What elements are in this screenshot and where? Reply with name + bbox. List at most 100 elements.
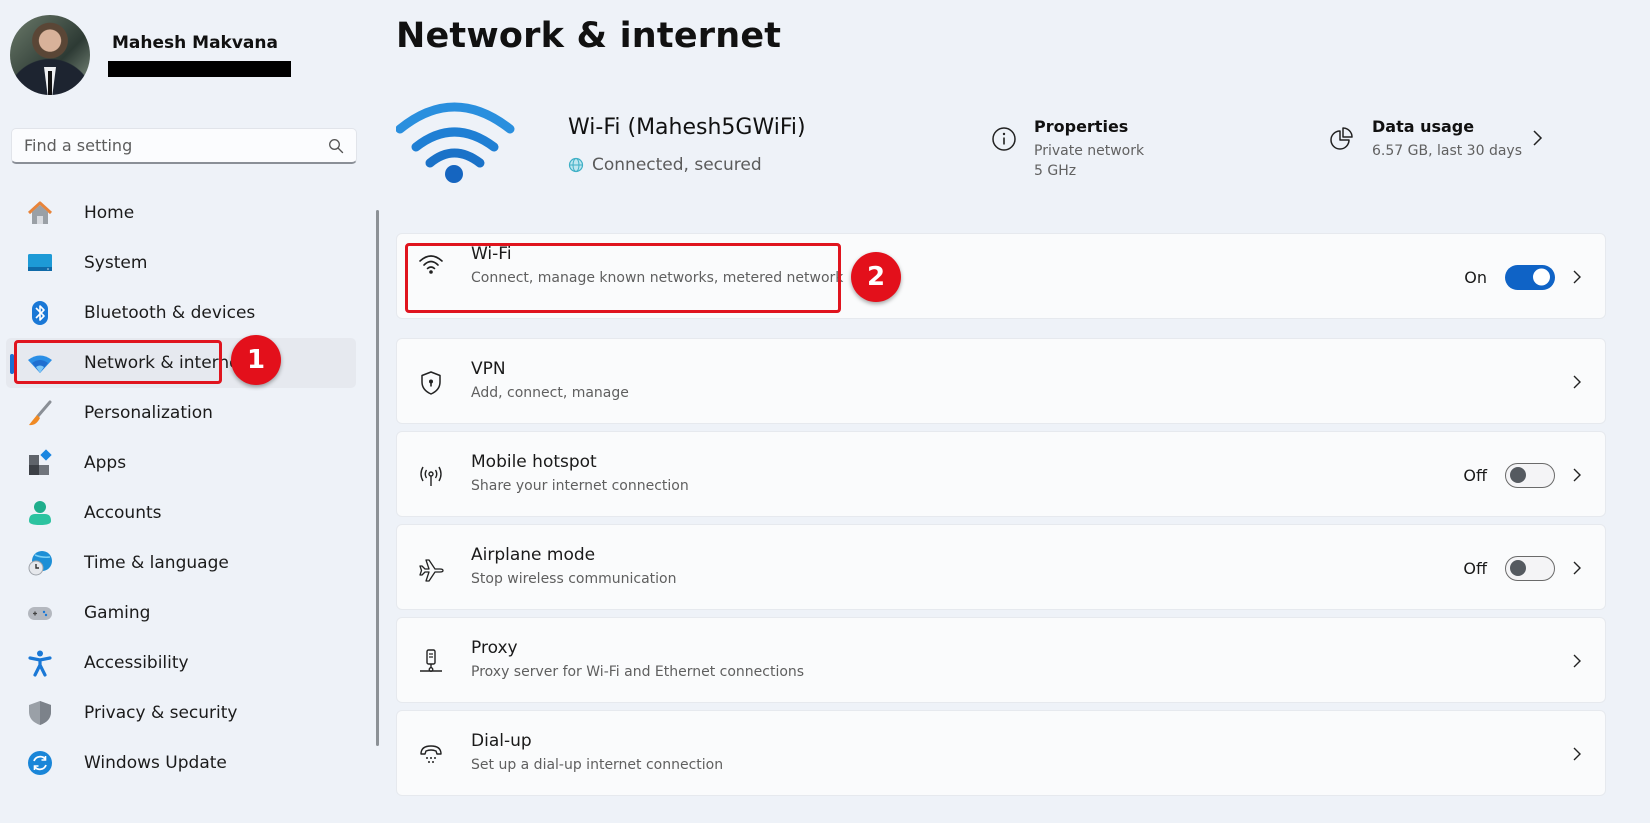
home-icon (27, 201, 53, 224)
sidebar-item-time-language[interactable]: Time & language (6, 538, 356, 588)
sidebar-item-system[interactable]: System (6, 238, 356, 288)
sidebar-nav: Home System Bluetooth & devices Network … (0, 188, 360, 788)
bluetooth-icon (32, 301, 48, 325)
card-controls (1571, 339, 1583, 425)
sidebar-item-label: System (84, 253, 148, 273)
sidebar-item-label: Accounts (84, 503, 162, 523)
sidebar-item-windows-update[interactable]: Windows Update (6, 738, 356, 788)
hotspot-toggle-label: Off (1463, 465, 1487, 485)
chevron-right-icon[interactable] (1571, 373, 1583, 391)
callout-badge-2: 2 (851, 252, 901, 302)
time-language-icon (28, 551, 52, 576)
connection-status-text: Connected, secured (592, 155, 762, 175)
connected-network-name: Wi-Fi (Mahesh5GWiFi) (568, 115, 806, 140)
globe-icon (568, 157, 584, 173)
properties-title: Properties (1034, 117, 1129, 136)
toggle-knob (1533, 268, 1550, 286)
main-content: Network & internet Wi-Fi (Mahesh5GWiFi) … (396, 0, 1650, 823)
sidebar-item-label: Network & internet (84, 353, 247, 373)
card-subtitle: Add, connect, manage (471, 385, 629, 401)
accounts-icon (29, 501, 51, 525)
card-title: VPN (471, 359, 506, 379)
search-icon[interactable] (328, 138, 344, 154)
wifi-large-icon (396, 102, 515, 183)
toggle-knob (1510, 560, 1526, 576)
chevron-right-icon[interactable] (1530, 128, 1544, 148)
hotspot-icon (420, 466, 442, 486)
dialup-setting-card[interactable]: Dial-up Set up a dial-up internet connec… (396, 710, 1606, 796)
avatar (10, 15, 90, 95)
search-box[interactable] (11, 128, 357, 164)
toggle-knob (1510, 467, 1526, 483)
card-subtitle: Connect, manage known networks, metered … (471, 270, 844, 286)
sidebar-item-home[interactable]: Home (6, 188, 356, 238)
mobile-hotspot-setting-card[interactable]: Mobile hotspot Share your internet conne… (396, 431, 1606, 517)
card-controls: Off (1463, 525, 1583, 611)
dialup-icon (420, 745, 442, 763)
wifi-toggle[interactable] (1505, 264, 1555, 290)
sidebar-item-personalization[interactable]: Personalization (6, 388, 356, 438)
card-title: Mobile hotspot (471, 452, 597, 472)
vpn-setting-card[interactable]: VPN Add, connect, manage (396, 338, 1606, 424)
properties-text: Properties Private network 5 GHz (1034, 117, 1144, 181)
wifi-icon (419, 255, 443, 274)
card-controls: Off (1463, 432, 1583, 518)
sidebar-item-gaming[interactable]: Gaming (6, 588, 356, 638)
chevron-right-icon[interactable] (1571, 559, 1583, 577)
shield-icon (29, 701, 51, 725)
chevron-right-icon[interactable] (1571, 652, 1583, 670)
data-usage-amount: 6.57 GB, last 30 days (1372, 143, 1522, 159)
accessibility-icon (28, 650, 52, 677)
sidebar-item-network[interactable]: Network & internet (6, 338, 356, 388)
sidebar-item-bluetooth[interactable]: Bluetooth & devices (6, 288, 356, 338)
sidebar-scrollbar[interactable] (376, 210, 379, 746)
proxy-setting-card[interactable]: Proxy Proxy server for Wi-Fi and Etherne… (396, 617, 1606, 703)
airplane-mode-toggle[interactable] (1505, 555, 1555, 581)
sidebar-item-label: Bluetooth & devices (84, 303, 256, 323)
profile-info: Mahesh Makvana (108, 33, 291, 77)
brush-icon (29, 400, 52, 426)
chevron-right-icon[interactable] (1571, 745, 1583, 763)
page-title: Network & internet (396, 16, 782, 56)
sidebar-item-label: Accessibility (84, 653, 189, 673)
data-usage-title: Data usage (1372, 117, 1475, 136)
apps-icon (29, 449, 52, 475)
hotspot-toggle[interactable] (1505, 462, 1555, 488)
card-title: Proxy (471, 638, 518, 658)
card-controls: On (1464, 234, 1583, 320)
card-subtitle: Proxy server for Wi-Fi and Ethernet conn… (471, 664, 805, 680)
card-subtitle: Share your internet connection (471, 478, 689, 494)
data-usage-text: Data usage 6.57 GB, last 30 days (1372, 117, 1522, 161)
sidebar-item-label: Time & language (84, 553, 229, 573)
chevron-right-icon[interactable] (1571, 268, 1583, 286)
properties-link[interactable]: Properties Private network 5 GHz (990, 117, 1144, 181)
info-icon (992, 127, 1016, 151)
search-input[interactable] (24, 136, 328, 155)
vpn-shield-icon (421, 371, 441, 395)
avatar-tie (48, 71, 52, 95)
sidebar-item-label: Windows Update (84, 753, 227, 773)
proxy-icon (420, 649, 442, 672)
network-status-header: Wi-Fi (Mahesh5GWiFi) Connected, secured … (396, 95, 1650, 195)
profile-email-redacted (108, 61, 291, 77)
data-usage-link[interactable]: Data usage 6.57 GB, last 30 days (1328, 117, 1522, 161)
properties-band: 5 GHz (1034, 163, 1077, 179)
gamepad-icon (28, 607, 52, 620)
sidebar-item-apps[interactable]: Apps (6, 438, 356, 488)
card-subtitle: Set up a dial-up internet connection (471, 757, 724, 773)
chevron-right-icon[interactable] (1571, 466, 1583, 484)
user-profile[interactable]: Mahesh Makvana (10, 15, 291, 95)
sidebar-item-privacy[interactable]: Privacy & security (6, 688, 356, 738)
connection-status: Connected, secured (568, 155, 762, 175)
card-controls (1571, 618, 1583, 704)
card-subtitle: Stop wireless communication (471, 571, 677, 587)
wifi-setting-card[interactable]: Wi-Fi Connect, manage known networks, me… (396, 233, 1606, 319)
system-icon (28, 254, 52, 271)
sidebar-item-accounts[interactable]: Accounts (6, 488, 356, 538)
airplane-mode-setting-card[interactable]: Airplane mode Stop wireless communicatio… (396, 524, 1606, 610)
sidebar-item-label: Gaming (84, 603, 151, 623)
sidebar-item-label: Privacy & security (84, 703, 238, 723)
sidebar-item-accessibility[interactable]: Accessibility (6, 638, 356, 688)
sidebar: Mahesh Makvana Home System (0, 0, 380, 823)
profile-name: Mahesh Makvana (112, 33, 278, 53)
